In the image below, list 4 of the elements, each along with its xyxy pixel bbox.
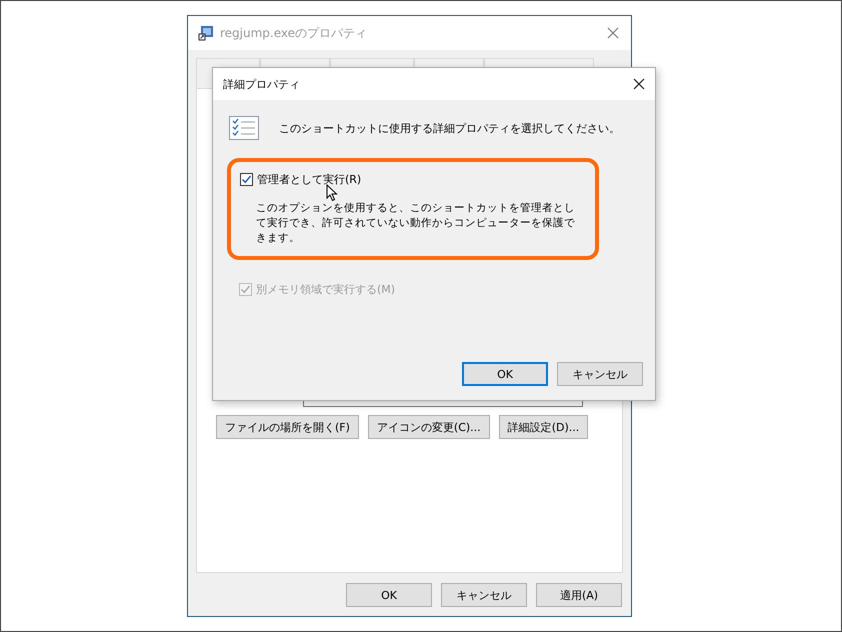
dialog-title: 詳細プロパティ	[223, 76, 300, 92]
instruction-text: このショートカットに使用する詳細プロパティを選択してください。	[279, 120, 620, 136]
option-description: このオプションを使用すると、このショートカットを管理者として実行でき、許可されていない動作からコンピューターを保護できます。	[256, 201, 576, 246]
window-title: regjump.exeのプロパティ	[220, 24, 368, 42]
